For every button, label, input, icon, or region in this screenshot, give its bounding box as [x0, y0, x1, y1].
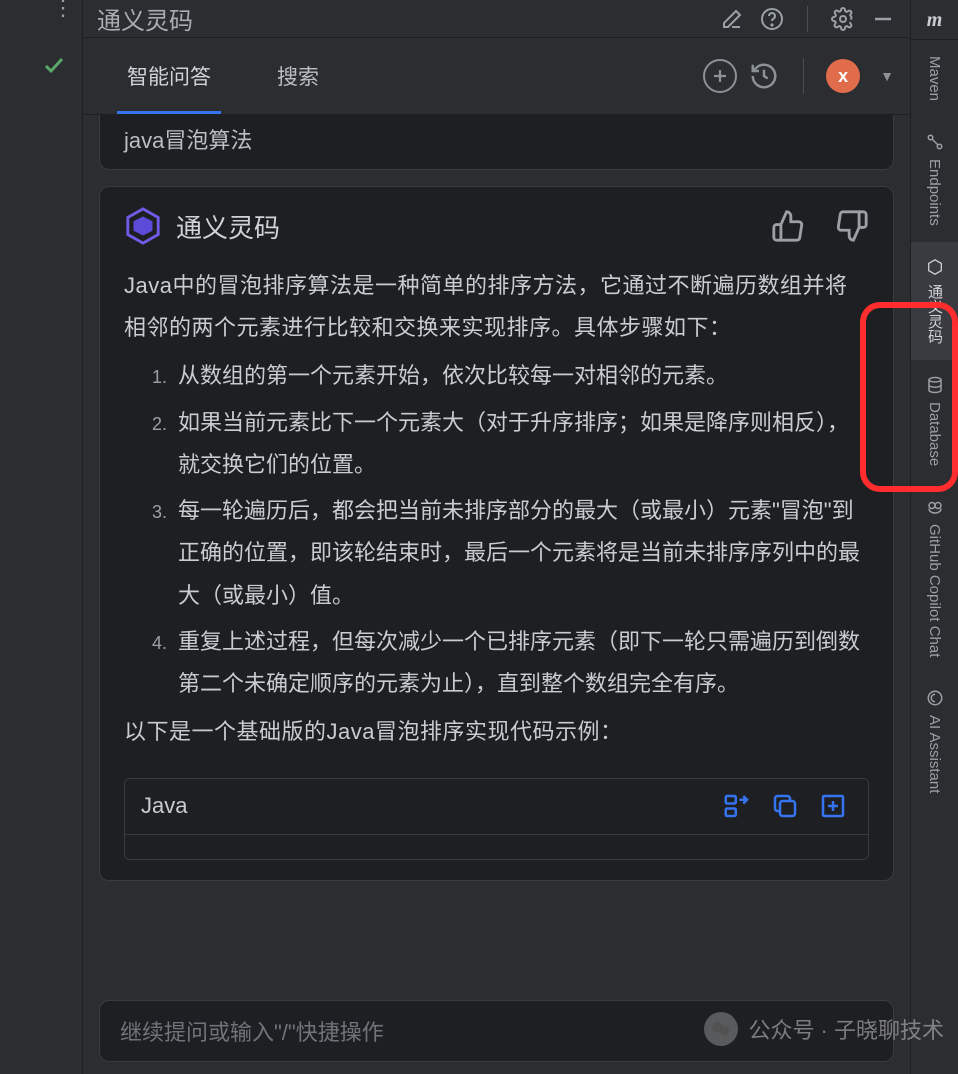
sidebar-item-endpoints[interactable]: Endpoints — [911, 117, 958, 242]
user-message: java冒泡算法 — [99, 115, 894, 170]
insert-code-icon[interactable] — [722, 791, 752, 821]
left-gutter: ⋮ — [0, 0, 82, 1074]
step-item: 重复上述过程，但每次减少一个已排序元素（即下一轮只需遍历到倒数第二个未确定顺序的… — [172, 621, 869, 705]
chevron-down-icon[interactable]: ▼ — [880, 68, 894, 84]
sidebar-item-copilot[interactable]: GitHub Copilot Chat — [911, 482, 958, 673]
assistant-name: 通义灵码 — [176, 208, 280, 245]
maven-icon[interactable]: m — [911, 2, 958, 40]
panel-title-text: 通义灵码 — [97, 1, 193, 36]
step-item: 每一轮遍历后，都会把当前未排序部分的最大（或最小）元素"冒泡"到正确的位置，即该… — [172, 490, 869, 617]
assistant-outro: 以下是一个基础版的Java冒泡排序实现代码示例： — [124, 711, 869, 753]
history-icon[interactable] — [747, 59, 781, 93]
tab-qa[interactable]: 智能问答 — [99, 38, 239, 114]
copilot-icon — [926, 498, 944, 516]
divider — [803, 58, 804, 94]
sidebar-item-database[interactable]: Database — [911, 360, 958, 482]
endpoints-icon — [926, 133, 944, 151]
panel-titlebar: 通义灵码 — [83, 0, 910, 38]
sidebar-item-maven[interactable]: Maven — [911, 40, 958, 117]
thumbs-up-icon[interactable] — [771, 209, 805, 243]
avatar[interactable]: x — [826, 59, 860, 93]
tongyi-logo-icon — [124, 207, 162, 245]
check-icon — [42, 54, 66, 78]
panel-toolbar: 智能问答 搜索 x ▼ — [83, 38, 910, 115]
copy-code-icon[interactable] — [770, 791, 800, 821]
database-icon — [926, 376, 944, 394]
edit-icon[interactable] — [719, 6, 745, 32]
new-chat-button[interactable] — [703, 59, 737, 93]
tongyi-panel: 通义灵码 智能问答 搜索 x ▼ java冒泡算法 — [82, 0, 910, 1074]
help-icon[interactable] — [759, 6, 785, 32]
gear-icon[interactable] — [830, 6, 856, 32]
code-body — [125, 835, 868, 859]
code-lang-label: Java — [141, 793, 704, 819]
code-block: Java — [124, 778, 869, 860]
minimize-icon[interactable] — [870, 6, 896, 32]
sidebar-item-tongyi[interactable]: 通义灵码 — [911, 242, 958, 360]
assistant-intro: Java中的冒泡排序算法是一种简单的排序方法，它通过不断遍历数组并将相邻的两个元… — [124, 265, 869, 349]
new-file-icon[interactable] — [818, 791, 848, 821]
ai-assistant-icon — [926, 689, 944, 707]
step-item: 从数组的第一个元素开始，依次比较每一对相邻的元素。 — [172, 355, 869, 397]
divider — [807, 6, 808, 32]
chat-area: java冒泡算法 通义灵码 Java中的冒泡排序算法是一种简单的排序方法，它通过… — [83, 115, 910, 1000]
thumbs-down-icon[interactable] — [835, 209, 869, 243]
tab-search[interactable]: 搜索 — [249, 38, 347, 114]
more-dots-icon[interactable]: ⋮ — [52, 4, 72, 12]
chat-input[interactable]: 继续提问或输入"/"快捷操作 — [99, 1000, 894, 1062]
right-tool-strip: m Maven Endpoints 通义灵码 Database GitHub C… — [910, 0, 958, 1074]
step-item: 如果当前元素比下一个元素大（对于升序排序；如果是降序则相反），就交换它们的位置。 — [172, 402, 869, 486]
sidebar-item-ai-assistant[interactable]: AI Assistant — [911, 673, 958, 809]
tongyi-icon — [926, 258, 944, 276]
assistant-message: 通义灵码 Java中的冒泡排序算法是一种简单的排序方法，它通过不断遍历数组并将相… — [99, 186, 894, 881]
steps-list: 从数组的第一个元素开始，依次比较每一对相邻的元素。 如果当前元素比下一个元素大（… — [124, 355, 869, 705]
